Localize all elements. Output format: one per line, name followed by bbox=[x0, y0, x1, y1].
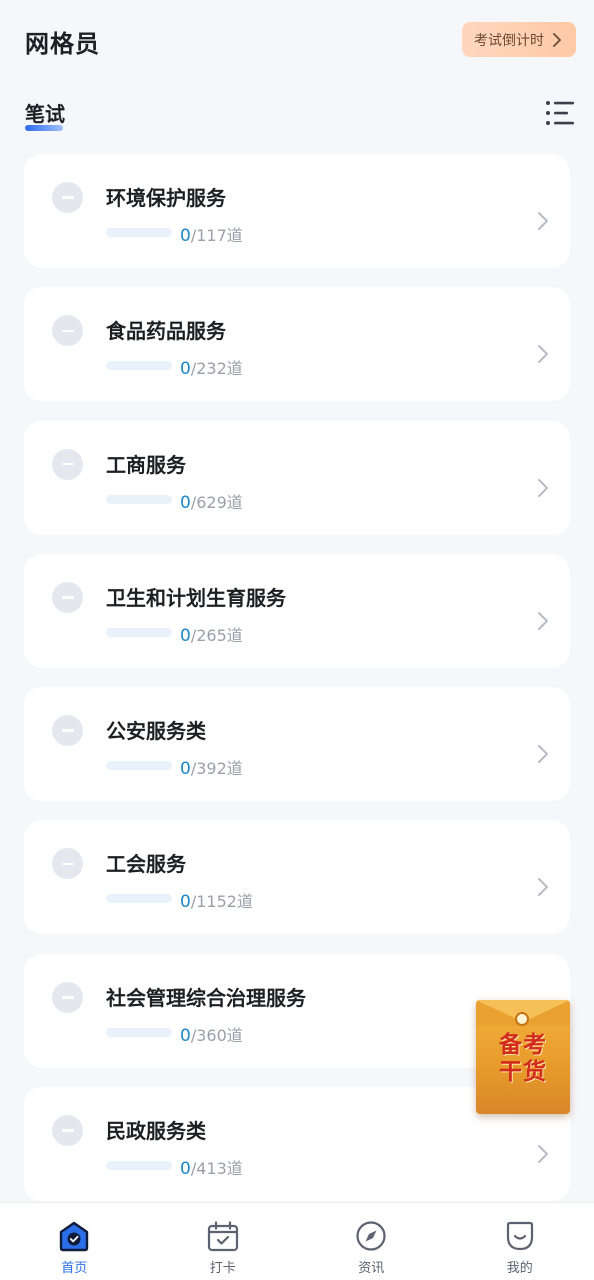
study-materials-badge[interactable]: 备考 干货 bbox=[476, 1000, 570, 1114]
question-count: 0/232道 bbox=[180, 355, 243, 379]
progress-bar bbox=[106, 894, 172, 904]
question-count: 0/1152道 bbox=[180, 888, 253, 912]
exam-countdown-label: 考试倒计时 bbox=[474, 32, 544, 49]
course-card[interactable]: 食品药品服务 0/232道 bbox=[24, 287, 570, 402]
total-count: /629道 bbox=[190, 492, 243, 512]
list-icon bbox=[546, 101, 574, 125]
nav-label: 我的 bbox=[506, 1261, 533, 1276]
progress-bar bbox=[106, 761, 172, 771]
badge-line-1: 备考 bbox=[499, 1032, 547, 1058]
collapse-toggle-icon[interactable] bbox=[52, 448, 83, 480]
total-count: /265道 bbox=[190, 625, 243, 645]
question-count: 0/117道 bbox=[180, 222, 243, 246]
bottom-nav: 首页 打卡 资讯 我的 bbox=[0, 1202, 594, 1280]
done-count: 0 bbox=[180, 892, 191, 913]
course-title: 公安服务类 bbox=[106, 719, 206, 744]
course-card[interactable]: 工会服务 0/1152道 bbox=[24, 820, 570, 935]
total-count: /413道 bbox=[190, 1159, 243, 1179]
course-title: 社会管理综合治理服务 bbox=[106, 985, 306, 1010]
question-count: 0/265道 bbox=[180, 622, 243, 646]
progress-bar bbox=[106, 1161, 172, 1171]
collapse-toggle-icon[interactable] bbox=[52, 981, 83, 1013]
course-title: 环境保护服务 bbox=[106, 186, 226, 210]
chevron-right-icon bbox=[538, 878, 548, 897]
collapse-toggle-icon[interactable] bbox=[52, 182, 83, 213]
chevron-right-icon bbox=[538, 745, 548, 764]
question-count: 0/360道 bbox=[180, 1022, 243, 1046]
course-card[interactable]: 卫生和计划生育服务 0/265道 bbox=[24, 553, 570, 668]
course-card[interactable]: 环境保护服务 0/117道 bbox=[24, 154, 570, 268]
envelope-button bbox=[515, 1012, 529, 1026]
course-card[interactable]: 公安服务类 0/392道 bbox=[24, 687, 570, 802]
done-count: 0 bbox=[180, 226, 191, 246]
badge-text: 备考 干货 bbox=[476, 1032, 570, 1086]
progress-bar bbox=[106, 361, 172, 371]
collapse-toggle-icon[interactable] bbox=[52, 715, 83, 747]
chevron-right-icon bbox=[538, 345, 548, 364]
exam-countdown-button[interactable]: 考试倒计时 bbox=[462, 22, 576, 57]
question-count: 0/413道 bbox=[180, 1155, 243, 1179]
total-count: /360道 bbox=[190, 1025, 243, 1045]
course-title: 工商服务 bbox=[106, 452, 186, 477]
app-header: 网格员 考试倒计时 bbox=[0, 0, 594, 84]
nav-label: 首页 bbox=[61, 1261, 88, 1276]
progress-bar bbox=[106, 228, 172, 237]
page-title: 网格员 bbox=[25, 30, 100, 58]
course-title: 工会服务 bbox=[106, 852, 186, 877]
nav-item-checkin[interactable]: 打卡 bbox=[149, 1203, 298, 1280]
compass-icon bbox=[356, 1221, 386, 1251]
profile-icon bbox=[506, 1221, 533, 1251]
progress-bar bbox=[106, 627, 172, 637]
nav-label: 打卡 bbox=[209, 1261, 236, 1276]
collapse-toggle-icon[interactable] bbox=[52, 581, 83, 613]
chevron-right-icon bbox=[538, 478, 548, 497]
total-count: /392道 bbox=[190, 759, 243, 779]
nav-item-news[interactable]: 资讯 bbox=[297, 1203, 446, 1280]
list-view-button[interactable] bbox=[544, 99, 576, 127]
progress-bar bbox=[106, 1027, 172, 1037]
done-count: 0 bbox=[180, 1159, 191, 1180]
page: 网格员 考试倒计时 笔试 环境保护服务 0/117道 食品药品服务 0/232道… bbox=[0, 0, 594, 1280]
done-count: 0 bbox=[180, 492, 191, 513]
question-count: 0/392道 bbox=[180, 755, 243, 779]
done-count: 0 bbox=[180, 359, 191, 380]
collapse-toggle-icon[interactable] bbox=[52, 1115, 83, 1147]
chevron-right-icon bbox=[550, 32, 564, 47]
done-count: 0 bbox=[180, 1025, 191, 1046]
course-title: 卫生和计划生育服务 bbox=[106, 585, 286, 610]
nav-item-profile[interactable]: 我的 bbox=[446, 1203, 594, 1280]
total-count: /117道 bbox=[190, 226, 243, 245]
total-count: /232道 bbox=[190, 359, 243, 379]
badge-line-2: 干货 bbox=[499, 1059, 547, 1085]
section-title: 笔试 bbox=[25, 102, 65, 126]
chevron-right-icon bbox=[538, 611, 548, 630]
chevron-right-icon bbox=[538, 212, 548, 230]
question-count: 0/629道 bbox=[180, 489, 243, 513]
total-count: /1152道 bbox=[190, 892, 253, 912]
progress-bar bbox=[106, 494, 172, 504]
collapse-toggle-icon[interactable] bbox=[52, 848, 83, 880]
collapse-toggle-icon[interactable] bbox=[52, 315, 83, 347]
nav-item-home[interactable]: 首页 bbox=[0, 1203, 149, 1280]
home-icon bbox=[60, 1221, 89, 1252]
done-count: 0 bbox=[180, 759, 191, 780]
course-title: 民政服务类 bbox=[106, 1119, 206, 1144]
chevron-right-icon bbox=[538, 1145, 548, 1164]
course-card[interactable]: 工商服务 0/629道 bbox=[24, 420, 570, 535]
nav-label: 资讯 bbox=[358, 1261, 385, 1276]
calendar-check-icon bbox=[207, 1221, 238, 1252]
section-header: 笔试 bbox=[25, 98, 65, 131]
done-count: 0 bbox=[180, 625, 191, 646]
course-title: 食品药品服务 bbox=[106, 319, 226, 344]
